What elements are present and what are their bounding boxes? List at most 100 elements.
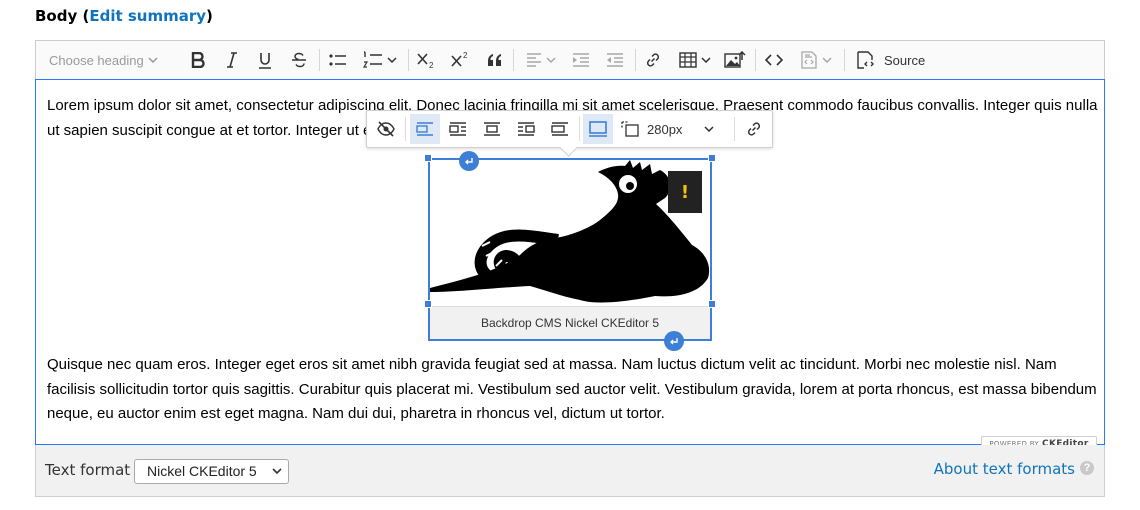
chevron-down-icon (272, 468, 282, 475)
resize-handle-top-right[interactable] (708, 154, 716, 162)
blockquote-button[interactable] (483, 41, 507, 79)
toolbar-separator (513, 49, 514, 71)
bulleted-list-icon (329, 54, 346, 66)
bold-button[interactable] (186, 41, 210, 79)
text-format-value: Nickel CKEditor 5 (147, 463, 257, 479)
toolbar-separator (405, 117, 406, 141)
code-button[interactable] (762, 41, 786, 79)
toolbar-separator (635, 49, 636, 71)
insert-paragraph-before-button[interactable] (459, 151, 479, 171)
subscript-icon: 2 (417, 53, 434, 69)
chevron-down-icon (822, 57, 832, 63)
numbered-list-icon (363, 51, 382, 68)
chevron-down-icon (546, 57, 556, 63)
warning-symbol: ! (680, 181, 690, 203)
resize-handle-top-left[interactable] (424, 154, 432, 162)
italic-icon (227, 52, 237, 68)
code-block-icon (801, 51, 817, 69)
resize-handle-bottom-right[interactable] (708, 300, 716, 308)
insert-paragraph-after-button[interactable] (664, 331, 684, 351)
text-format-wrapper: Text format Nickel CKEditor 5 About text… (35, 445, 1105, 497)
editor-toolbar: Choose heading 2 2 Source (35, 40, 1105, 80)
bold-icon (191, 52, 205, 68)
field-label: Body (Edit summary) (35, 7, 213, 25)
toolbar-separator (319, 49, 320, 71)
align-inline-left-button[interactable] (410, 114, 440, 144)
image-contextual-toolbar: 280px (366, 110, 773, 148)
paragraph-2[interactable]: Quisque nec quam eros. Integer eget eros… (47, 353, 1099, 427)
chevron-down-icon (701, 57, 711, 63)
return-arrow-icon (465, 157, 473, 164)
code-block-dropdown[interactable] (796, 41, 836, 79)
superscript-icon: 2 (451, 51, 468, 67)
alignment-dropdown[interactable] (521, 41, 561, 79)
subscript-button[interactable]: 2 (415, 41, 439, 79)
image-left-icon (449, 122, 466, 136)
eye-hidden-icon (377, 121, 395, 137)
strikethrough-icon (292, 52, 306, 68)
outdent-icon (607, 53, 623, 67)
image-resize-dropdown[interactable]: 280px (621, 114, 729, 144)
about-text-formats-link[interactable]: About text formats (934, 460, 1075, 478)
strikethrough-button[interactable] (287, 41, 311, 79)
bulleted-list-button[interactable] (326, 41, 350, 79)
chevron-down-icon (387, 57, 397, 63)
insert-image-button[interactable] (723, 41, 747, 79)
image-link-button[interactable] (739, 114, 769, 144)
heading-dropdown[interactable]: Choose heading (49, 41, 158, 79)
toolbar-separator (734, 117, 735, 141)
field-label-text: Body (35, 7, 78, 25)
svg-text:2: 2 (429, 61, 434, 69)
quote-icon (488, 54, 501, 66)
wrap-left-button[interactable] (443, 114, 473, 144)
toolbar-separator (408, 49, 409, 71)
source-icon (857, 51, 874, 69)
toolbar-separator (844, 49, 845, 71)
link-button[interactable] (641, 41, 665, 79)
image-right-icon (518, 122, 535, 136)
image-center-icon (484, 122, 500, 136)
image-inline-icon (416, 122, 433, 136)
help-icon[interactable]: ? (1080, 461, 1094, 475)
underline-button[interactable] (253, 41, 277, 79)
insert-image-icon (724, 51, 746, 68)
image-width-value: 280px (647, 121, 683, 137)
center-image-button[interactable] (477, 114, 507, 144)
wrap-right-button[interactable] (511, 114, 541, 144)
svg-text:2: 2 (463, 51, 468, 60)
code-icon (765, 54, 783, 66)
align-left-icon (527, 53, 541, 67)
image-size-icon (589, 121, 607, 137)
resize-handle-bottom-left[interactable] (424, 300, 432, 308)
link-icon (747, 122, 761, 136)
superscript-button[interactable]: 2 (449, 41, 473, 79)
numbered-list-button[interactable] (358, 41, 402, 79)
image[interactable]: ! (430, 160, 710, 306)
chevron-down-icon (704, 126, 714, 132)
toolbar-separator (579, 117, 580, 141)
image-widget[interactable]: ! Backdrop CMS Nickel CKEditor 5 (424, 151, 716, 351)
source-button[interactable]: Source (856, 41, 928, 79)
break-text-button[interactable] (545, 114, 575, 144)
table-icon (679, 52, 697, 68)
link-icon (646, 53, 660, 67)
toolbar-separator (755, 49, 756, 71)
resize-icon (621, 121, 639, 137)
heading-dropdown-label: Choose heading (49, 52, 144, 68)
chevron-down-icon (148, 57, 158, 63)
outdent-button[interactable] (603, 41, 627, 79)
underline-icon (259, 52, 271, 69)
return-arrow-icon (670, 337, 678, 344)
text-format-select[interactable]: Nickel CKEditor 5 (134, 459, 289, 484)
toggle-caption-button[interactable] (371, 114, 401, 144)
indent-icon (573, 53, 589, 67)
indent-button[interactable] (569, 41, 593, 79)
image-warning-badge[interactable]: ! (668, 171, 702, 213)
source-label: Source (884, 52, 926, 68)
close-paren: ) (206, 7, 213, 25)
image-full-size-button[interactable] (583, 114, 613, 144)
text-format-label: Text format (45, 461, 131, 479)
table-button[interactable] (675, 41, 715, 79)
italic-button[interactable] (220, 41, 244, 79)
edit-summary-link[interactable]: Edit summary (89, 7, 206, 25)
